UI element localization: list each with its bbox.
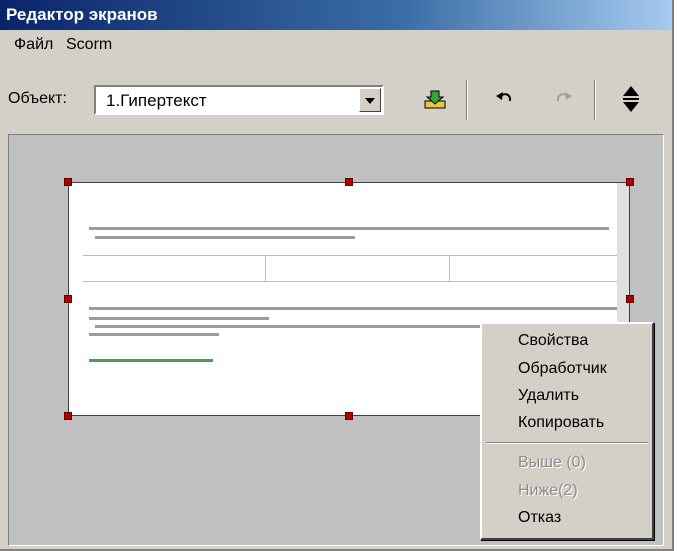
table-border xyxy=(449,255,450,281)
menu-bar: Файл Scorm xyxy=(0,30,672,72)
content-text-line xyxy=(95,325,495,328)
window-title: Редактор экранов xyxy=(6,5,158,24)
resize-handle[interactable] xyxy=(345,412,353,420)
content-text-line xyxy=(89,317,269,320)
object-label: Объект: xyxy=(8,90,67,107)
table-border xyxy=(83,255,619,256)
resize-button[interactable] xyxy=(614,82,648,116)
toolbar: Объект: 1.Гипертекст xyxy=(0,76,672,128)
context-menu: Свойства Обработчик Удалить Копировать В… xyxy=(480,322,654,540)
redo-button[interactable] xyxy=(546,82,580,116)
resize-vertical-icon xyxy=(623,86,639,112)
menu-item-properties[interactable]: Свойства xyxy=(518,332,588,350)
table-border xyxy=(265,255,266,281)
title-bar[interactable]: Редактор экранов xyxy=(0,0,672,30)
menu-item-copy[interactable]: Копировать xyxy=(518,414,604,432)
undo-icon xyxy=(496,92,512,102)
content-text-line xyxy=(89,333,219,336)
object-combobox[interactable]: 1.Гипертекст xyxy=(94,85,384,115)
resize-handle[interactable] xyxy=(626,178,634,186)
import-icon xyxy=(424,90,446,109)
object-combobox-value: 1.Гипертекст xyxy=(106,91,207,110)
undo-button[interactable] xyxy=(488,82,522,116)
resize-handle[interactable] xyxy=(64,178,72,186)
resize-handle[interactable] xyxy=(626,295,634,303)
menu-item-move-up: Выше (0) xyxy=(518,454,586,471)
menu-item-move-down: Ниже(2) xyxy=(518,482,578,499)
content-link-line xyxy=(89,359,213,362)
chevron-down-icon xyxy=(365,98,375,104)
import-button[interactable] xyxy=(418,82,452,116)
menu-separator xyxy=(486,442,648,444)
resize-handle[interactable] xyxy=(64,412,72,420)
table-border xyxy=(83,281,619,282)
menu-item-delete[interactable]: Удалить xyxy=(518,387,579,405)
menu-file[interactable]: Файл xyxy=(14,36,53,54)
content-text-line xyxy=(89,227,609,230)
redo-icon xyxy=(556,92,572,102)
menu-item-cancel[interactable]: Отказ xyxy=(518,509,561,527)
combobox-dropdown-button[interactable] xyxy=(359,88,381,112)
menu-item-handler[interactable]: Обработчик xyxy=(518,360,607,378)
menu-scorm[interactable]: Scorm xyxy=(66,36,112,54)
resize-handle[interactable] xyxy=(345,178,353,186)
resize-handle[interactable] xyxy=(64,295,72,303)
toolbar-separator xyxy=(466,80,468,120)
toolbar-separator xyxy=(594,80,596,120)
content-text-line xyxy=(89,307,619,310)
content-text-line xyxy=(95,236,355,239)
